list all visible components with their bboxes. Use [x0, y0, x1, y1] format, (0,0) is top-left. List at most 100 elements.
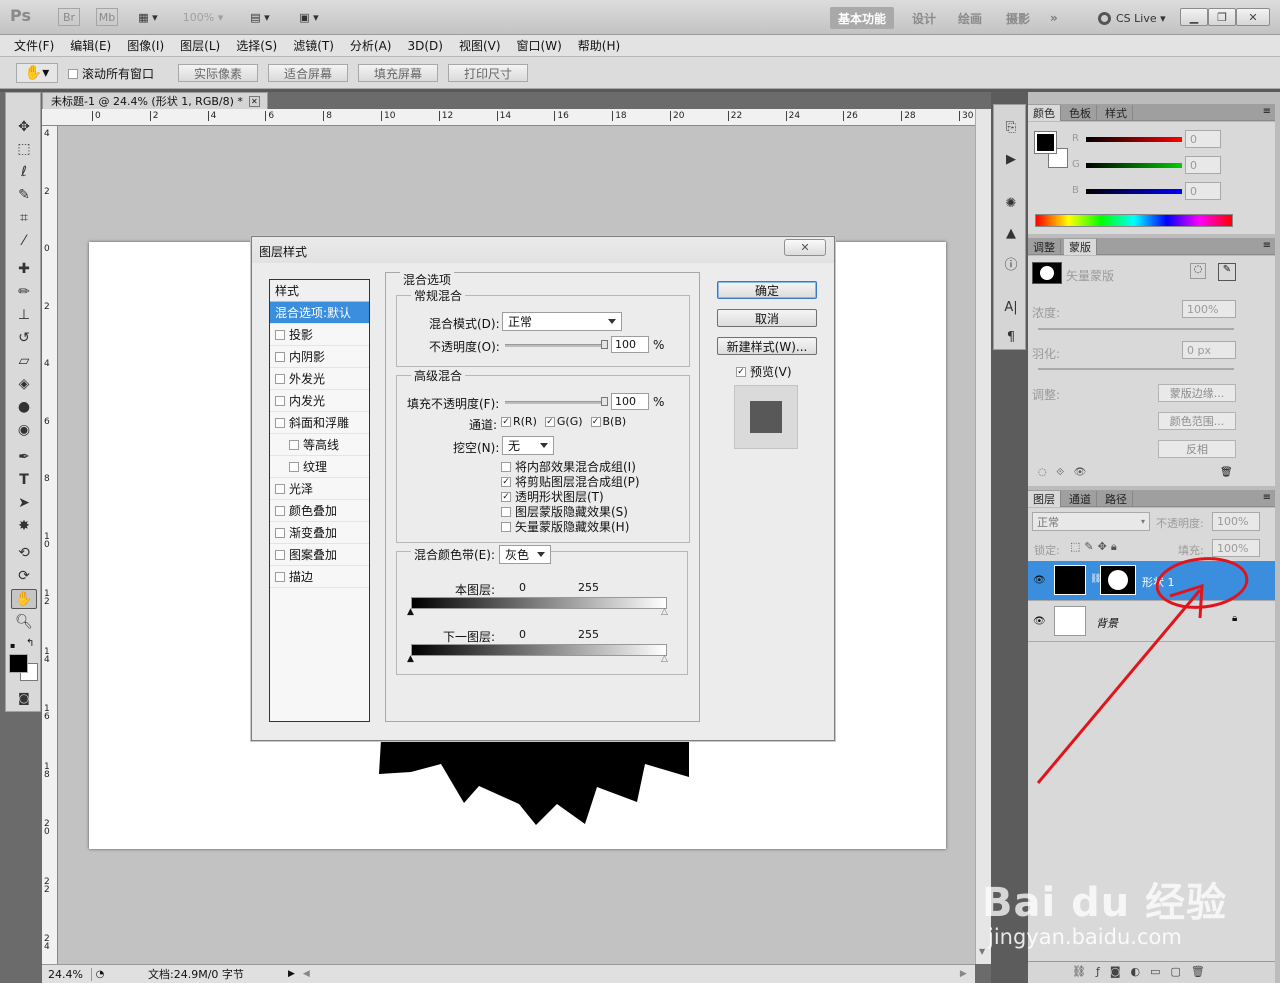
menu-image[interactable]: 图像(I) — [119, 37, 172, 54]
close-tab-icon[interactable]: ✕ — [248, 95, 260, 107]
channel-checkbox[interactable]: ✓ G(G) — [544, 415, 583, 428]
layers-panel-menu-icon[interactable]: ≡ — [1263, 492, 1271, 503]
knockout-select[interactable]: 无 — [502, 436, 554, 455]
workspace-painting[interactable]: 绘画 — [950, 7, 990, 29]
style-item[interactable]: 纹理 — [270, 456, 369, 478]
feather-slider[interactable] — [1038, 368, 1234, 370]
clone-source-panel-icon[interactable]: ▲ — [1000, 223, 1022, 243]
default-colors-icon[interactable]: ▪ — [10, 641, 15, 650]
scroll-all-windows-checkbox[interactable]: 滚动所有窗口 — [68, 65, 154, 82]
minibridge-icon[interactable]: Mb — [96, 8, 118, 26]
marquee-tool-icon[interactable]: ⬚ — [11, 139, 37, 159]
menu-analysis[interactable]: 分析(A) — [342, 37, 400, 54]
vector-mask-thumb[interactable] — [1032, 262, 1062, 284]
tab-layers[interactable]: 图层 — [1028, 491, 1061, 507]
style-checkbox[interactable] — [275, 571, 285, 582]
lasso-tool-icon[interactable]: ℓ — [11, 162, 37, 182]
menu-file[interactable]: 文件(F) — [6, 37, 62, 54]
style-item[interactable]: 投影 — [270, 324, 369, 346]
print-size-button[interactable]: 打印尺寸 — [448, 64, 528, 82]
pen-tool-icon[interactable]: ✒ — [11, 447, 37, 467]
g-slider[interactable] — [1086, 163, 1182, 168]
style-item[interactable]: 光泽 — [270, 478, 369, 500]
style-checkbox[interactable] — [275, 527, 285, 538]
brushes-panel-icon[interactable]: ✺ — [1000, 193, 1022, 213]
character-panel-icon[interactable]: A| — [1000, 297, 1022, 317]
style-item[interactable]: 颜色叠加 — [270, 500, 369, 522]
style-checkbox[interactable] — [275, 483, 285, 494]
r-slider[interactable] — [1086, 137, 1182, 142]
this-layer-white-slider[interactable]: △ — [661, 607, 668, 617]
3d-rotate-tool-icon[interactable]: ⟲ — [11, 543, 37, 563]
arrange-documents-icon[interactable]: ▤ ▾ — [244, 8, 276, 26]
style-item[interactable]: 内发光 — [270, 390, 369, 412]
blur-tool-icon[interactable]: ● — [11, 397, 37, 417]
menu-window[interactable]: 窗口(W) — [509, 37, 570, 54]
fill-opacity-input[interactable]: 100 — [611, 393, 649, 410]
vertical-scrollbar[interactable]: ▼ — [975, 109, 991, 964]
brush-tool-icon[interactable]: ✏ — [11, 282, 37, 302]
style-item[interactable]: 混合选项:默认 — [270, 302, 369, 324]
style-item[interactable]: 渐变叠加 — [270, 522, 369, 544]
channel-checkbox[interactable]: ✓ R(R) — [501, 415, 537, 428]
b-value-input[interactable]: 0 — [1185, 182, 1221, 200]
fit-screen-button[interactable]: 适合屏幕 — [268, 64, 348, 82]
mask-footer-icons[interactable]: ◌ ⟐ 👁︎ — [1038, 467, 1086, 478]
clone-stamp-tool-icon[interactable]: ⊥ — [11, 305, 37, 325]
select-pixel-mask-icon[interactable]: ◌ — [1190, 263, 1206, 279]
frame-icon[interactable]: ▦ ▾ — [132, 8, 164, 26]
bridge-icon[interactable]: Br — [58, 8, 80, 26]
underlying-white-slider[interactable]: △ — [661, 654, 668, 664]
history-panel-icon[interactable]: ⎘ — [1000, 117, 1022, 137]
paragraph-panel-icon[interactable]: ¶ — [1000, 327, 1022, 347]
hand-tool-icon[interactable]: ✋ — [11, 589, 37, 609]
style-item[interactable]: 图案叠加 — [270, 544, 369, 566]
screen-mode-icon[interactable]: ▣ ▾ — [292, 8, 326, 26]
quick-select-tool-icon[interactable]: ✎ — [11, 185, 37, 205]
zoom-readout[interactable]: 24.4% — [42, 967, 92, 981]
dialog-close-button[interactable]: ✕ — [784, 239, 826, 256]
actions-panel-icon[interactable]: ▶ — [1000, 149, 1022, 169]
underlying-black-slider[interactable]: ▲ — [407, 654, 414, 664]
layer-blend-mode-select[interactable]: 正常 ▾ — [1032, 512, 1150, 531]
foreground-color-swatch[interactable] — [9, 654, 28, 673]
fill-slider-knob[interactable] — [601, 397, 608, 406]
tab-color[interactable]: 颜色 — [1028, 105, 1061, 121]
style-checkbox[interactable] — [275, 417, 285, 428]
document-tab[interactable]: 未标题-1 @ 24.4% (形状 1, RGB/8) * ✕ — [42, 92, 268, 109]
eyedropper-tool-icon[interactable]: ⁄ — [11, 231, 37, 251]
fill-screen-button[interactable]: 填充屏幕 — [358, 64, 438, 82]
info-panel-icon[interactable]: ⓘ — [1000, 253, 1022, 273]
3d-orbit-tool-icon[interactable]: ⟳ — [11, 566, 37, 586]
this-layer-black-slider[interactable]: ▲ — [407, 607, 414, 617]
tab-masks[interactable]: 蒙版 — [1064, 239, 1097, 255]
style-item[interactable]: 斜面和浮雕 — [270, 412, 369, 434]
restore-button[interactable]: ❐ — [1208, 8, 1236, 26]
zoom-level-dropdown[interactable]: 100% ▾ — [178, 8, 228, 26]
menu-view[interactable]: 视图(V) — [451, 37, 509, 54]
this-layer-gradient[interactable] — [411, 597, 667, 609]
workspace-design[interactable]: 设计 — [904, 7, 944, 29]
ok-button[interactable]: 确定 — [717, 281, 817, 299]
hand-tool-preset-icon[interactable]: ✋▾ — [16, 63, 58, 83]
color-fg-swatch[interactable] — [1034, 131, 1057, 154]
g-value-input[interactable]: 0 — [1185, 156, 1221, 174]
history-brush-tool-icon[interactable]: ↺ — [11, 328, 37, 348]
paint-bucket-tool-icon[interactable]: ◈ — [11, 374, 37, 394]
actual-pixels-button[interactable]: 实际像素 — [178, 64, 258, 82]
quick-mask-icon[interactable]: ◙ — [11, 688, 37, 708]
status-info-icon[interactable]: ◔ — [92, 969, 108, 980]
color-spectrum-ramp[interactable] — [1035, 214, 1233, 227]
tab-channels[interactable]: 通道 — [1064, 491, 1097, 507]
density-slider[interactable] — [1038, 328, 1234, 330]
scroll-right-icon[interactable]: ▶ — [960, 969, 967, 979]
dodge-tool-icon[interactable]: ◉ — [11, 420, 37, 440]
path-selection-tool-icon[interactable]: ➤ — [11, 493, 37, 513]
style-checkbox[interactable] — [275, 373, 285, 384]
workspace-photography[interactable]: 摄影 — [998, 7, 1038, 29]
menu-layer[interactable]: 图层(L) — [172, 37, 228, 54]
status-menu-arrow-icon[interactable]: ▶ — [288, 969, 295, 979]
menu-filter[interactable]: 滤镜(T) — [285, 37, 342, 54]
mask-delete-icon[interactable]: 🗑︎ — [1220, 467, 1233, 478]
move-tool-icon[interactable]: ✥ — [11, 117, 37, 137]
